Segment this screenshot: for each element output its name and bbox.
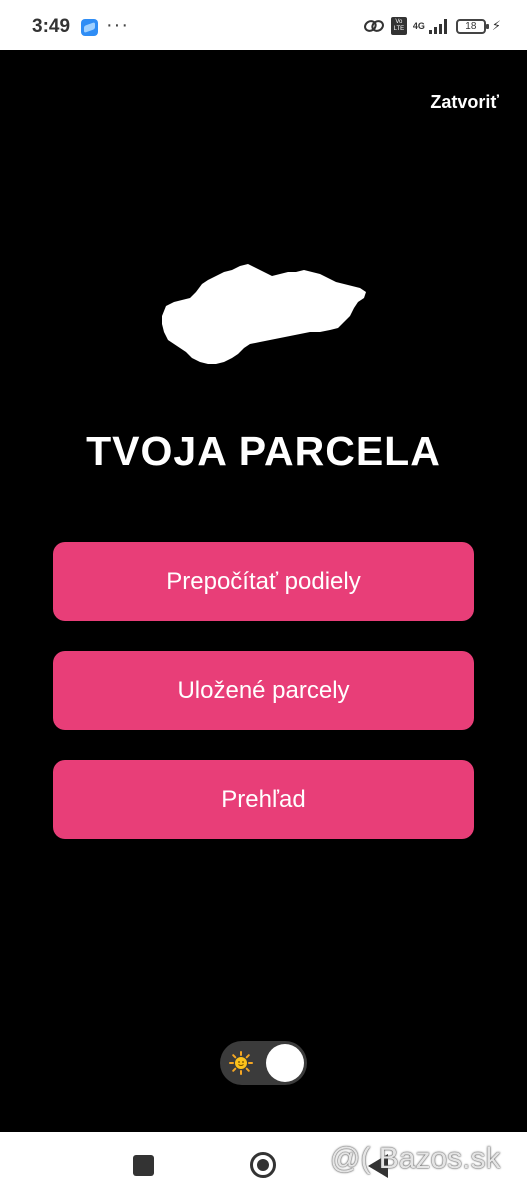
sun-icon xyxy=(229,1051,253,1075)
saved-parcels-button[interactable]: Uložené parcely xyxy=(53,651,474,730)
slovakia-map-icon xyxy=(162,264,366,364)
charging-icon: ⚡ xyxy=(491,18,501,33)
status-icons: Vo LTE 4G 18 ⚡ xyxy=(363,16,501,36)
toggle-knob[interactable] xyxy=(266,1044,304,1082)
status-time: 3:49 xyxy=(32,16,71,37)
close-button[interactable]: Zatvoriť xyxy=(430,92,499,113)
overview-button[interactable]: Prehľad xyxy=(53,760,474,839)
navigation-bar: @( Bazos.sk xyxy=(0,1132,527,1200)
app-notification-icon xyxy=(81,19,98,36)
app-screen: 3:49 ··· Vo LTE 4G 18 ⚡ Zatvoriť TVOJA P… xyxy=(0,0,527,1200)
theme-toggle[interactable] xyxy=(220,1041,307,1085)
app-title: TVOJA PARCELA xyxy=(86,428,441,474)
watermark: @( Bazos.sk xyxy=(330,1142,501,1175)
volte-icon: Vo LTE xyxy=(390,17,407,35)
status-bar: 3:49 ··· Vo LTE 4G 18 ⚡ xyxy=(0,0,527,50)
signal-icon xyxy=(428,19,447,34)
home-icon[interactable] xyxy=(250,1152,276,1178)
battery-level: 18 xyxy=(465,20,477,32)
battery-icon: 18 xyxy=(455,18,489,34)
recent-apps-icon[interactable] xyxy=(133,1155,154,1176)
network-type: 4G xyxy=(412,20,425,31)
recalculate-shares-button[interactable]: Prepočítať podiely xyxy=(53,542,474,621)
link-icon xyxy=(363,20,384,32)
more-notifications-icon: ··· xyxy=(106,14,129,36)
